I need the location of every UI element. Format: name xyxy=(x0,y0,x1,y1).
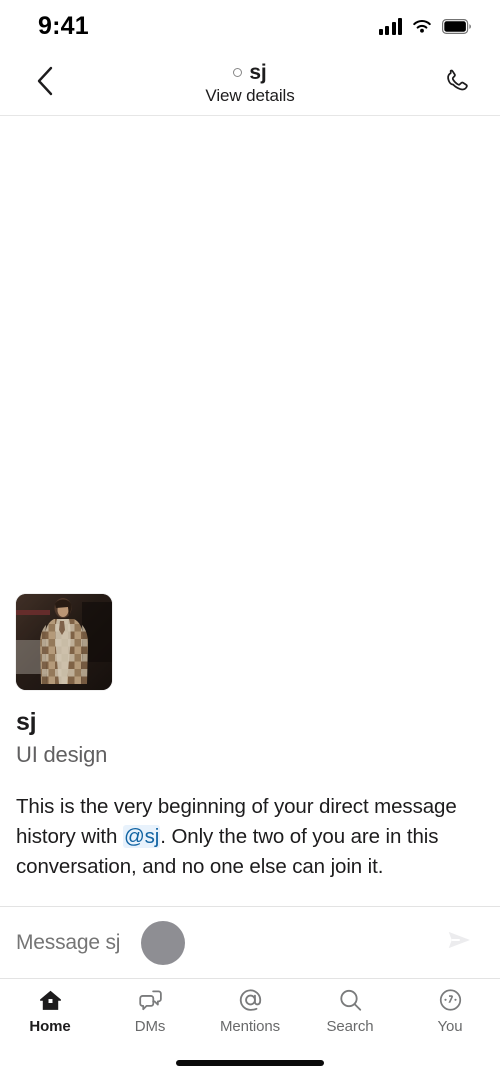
view-details-link[interactable]: View details xyxy=(205,86,294,106)
bottom-tab-bar: Home DMs Mentions Search You xyxy=(0,978,500,1046)
search-magnifier-icon xyxy=(337,987,364,1013)
phone-call-icon xyxy=(443,67,471,100)
header-title-row: sj xyxy=(233,60,267,84)
tab-label-mentions: Mentions xyxy=(219,1018,281,1035)
at-mention-icon xyxy=(237,987,264,1013)
tab-label-you: You xyxy=(437,1018,463,1035)
conversation-body: sj UI design This is the very beginning … xyxy=(0,116,500,906)
back-chevron-icon xyxy=(34,65,56,102)
intro-name: sj xyxy=(16,708,37,737)
mention-chip[interactable]: @sj xyxy=(122,825,161,848)
channel-intro: sj UI design This is the very beginning … xyxy=(16,594,484,892)
header-title: sj xyxy=(249,60,267,84)
offline-presence-dot xyxy=(233,67,243,77)
avatar[interactable] xyxy=(16,594,112,691)
message-input[interactable] xyxy=(16,930,440,955)
you-profile-icon xyxy=(437,987,464,1013)
tab-search[interactable]: Search xyxy=(300,987,400,1035)
home-indicator-area xyxy=(0,1046,500,1080)
home-indicator-bar[interactable] xyxy=(176,1060,324,1066)
intro-role: UI design xyxy=(16,741,108,767)
cellular-signal-icon xyxy=(378,17,402,35)
tab-you[interactable]: You xyxy=(400,987,500,1035)
wifi-icon xyxy=(411,18,433,35)
battery-full-icon xyxy=(442,18,472,34)
send-button[interactable] xyxy=(440,923,480,963)
send-arrow-icon xyxy=(445,925,475,960)
status-time: 9:41 xyxy=(38,11,89,40)
screen: 9:41 sj View details sj UI design This i… xyxy=(0,0,500,1080)
dms-speech-bubbles-icon xyxy=(137,987,164,1013)
back-button[interactable] xyxy=(24,63,66,105)
tab-label-search: Search xyxy=(326,1018,374,1035)
header-title-block: sj View details xyxy=(0,52,500,115)
status-icon-group xyxy=(378,17,473,35)
tab-label-dms: DMs xyxy=(134,1018,166,1035)
conversation-header: sj View details xyxy=(0,52,500,116)
tab-home[interactable]: Home xyxy=(0,987,100,1035)
tab-dms[interactable]: DMs xyxy=(100,987,200,1035)
tab-label-home: Home xyxy=(29,1018,71,1035)
message-composer xyxy=(0,906,500,978)
call-button[interactable] xyxy=(436,63,478,105)
avatar-photo xyxy=(16,594,112,691)
tab-mentions[interactable]: Mentions xyxy=(200,987,300,1035)
status-bar: 9:41 xyxy=(0,0,500,52)
intro-description: This is the very beginning of your direc… xyxy=(16,792,484,882)
home-icon xyxy=(37,987,64,1013)
